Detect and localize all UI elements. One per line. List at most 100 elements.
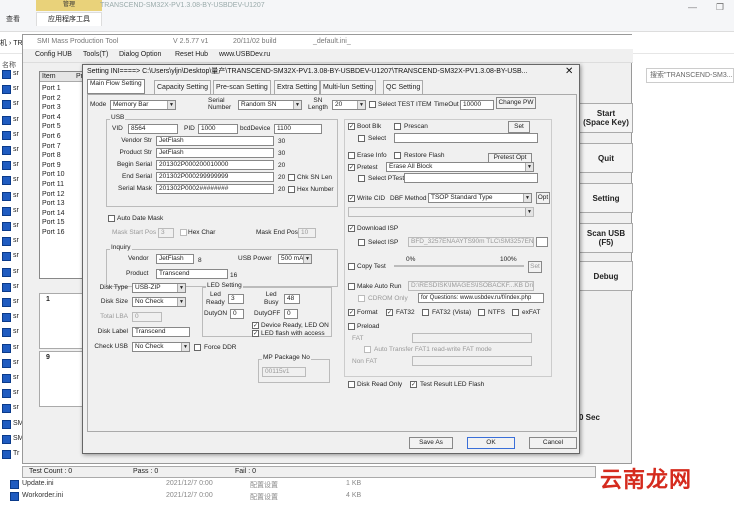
tab-manage[interactable]: 管理 xyxy=(36,0,102,11)
copy-test-set-button[interactable]: Set xyxy=(528,261,542,273)
chk-sn-len-checkbox[interactable] xyxy=(288,174,295,181)
file-name[interactable]: sr xyxy=(13,298,19,305)
copy-test-checkbox[interactable] xyxy=(348,263,355,270)
led-ready-input[interactable]: 3 xyxy=(228,294,244,304)
file-name[interactable]: sr xyxy=(13,116,19,123)
select-checkbox[interactable] xyxy=(358,135,365,142)
preload-checkbox[interactable] xyxy=(348,323,355,330)
restore-button[interactable]: ❐ xyxy=(716,2,724,13)
select-isp-checkbox[interactable] xyxy=(358,239,365,246)
boot-select-input[interactable] xyxy=(394,133,538,143)
disk-read-only-checkbox[interactable] xyxy=(348,381,355,388)
disk-type-select[interactable]: USB-ZIP ▼ xyxy=(132,283,186,293)
inquiry-vendor-input[interactable]: JetFlash xyxy=(156,254,194,264)
minimize-button[interactable]: — xyxy=(688,2,697,12)
tab-app-tools[interactable]: 应用程序工具 xyxy=(36,12,102,26)
close-icon[interactable]: ✕ xyxy=(565,66,573,77)
auto-date-mask-checkbox[interactable] xyxy=(108,215,115,222)
test-result-led-checkbox[interactable]: ✓ xyxy=(410,381,417,388)
file-name[interactable]: sr xyxy=(13,359,19,366)
hex-char-checkbox[interactable] xyxy=(180,229,187,236)
tab-capacity[interactable]: Capacity Setting xyxy=(154,80,211,94)
device-ready-led-checkbox[interactable]: ✓ xyxy=(252,322,259,329)
serial-mask-input[interactable]: 201302P0002######## xyxy=(156,184,274,194)
end-serial-input[interactable]: 201302P000299999999 xyxy=(156,172,274,182)
write-cid-checkbox[interactable]: ✓ xyxy=(348,195,355,202)
file-name[interactable]: sr xyxy=(13,161,19,168)
mp-package-input[interactable]: 00115v1 xyxy=(262,367,306,377)
isp-browse-button[interactable] xyxy=(536,237,548,247)
port-item[interactable]: Port 9 xyxy=(42,161,61,171)
file-name[interactable]: sr xyxy=(13,268,19,275)
disk-label-input[interactable]: Transcend xyxy=(132,327,190,337)
address-path[interactable]: 机 › TR xyxy=(0,38,23,48)
hex-number-checkbox[interactable] xyxy=(288,186,295,193)
file-name[interactable]: Tr xyxy=(13,450,19,457)
file-name[interactable]: sr xyxy=(13,344,19,351)
file-name[interactable]: sr xyxy=(13,222,19,229)
scan-usb-button[interactable]: Scan USB (F5) xyxy=(579,223,633,253)
format-checkbox[interactable]: ✓ xyxy=(348,309,355,316)
port-item[interactable]: Port 10 xyxy=(42,170,65,180)
boot-blk-checkbox[interactable]: ✓ xyxy=(348,123,355,130)
exfat-radio[interactable] xyxy=(512,309,519,316)
file-name[interactable]: sr xyxy=(13,146,19,153)
mask-start-pos-input[interactable]: 3 xyxy=(158,228,174,238)
led-busy-input[interactable]: 48 xyxy=(284,294,300,304)
setting-button[interactable]: Setting xyxy=(579,183,633,213)
total-lba-input[interactable]: 0 xyxy=(132,312,162,322)
port-item[interactable]: Port 4 xyxy=(42,113,61,123)
file-name[interactable]: sr xyxy=(13,283,19,290)
file-name[interactable]: sr xyxy=(13,237,19,244)
cancel-button[interactable]: Cancel xyxy=(529,437,577,449)
copy-test-slider[interactable] xyxy=(394,265,524,267)
tab-extra[interactable]: Extra Setting xyxy=(274,80,321,94)
pretest-checkbox[interactable]: ✓ xyxy=(348,164,355,171)
sn-length-select[interactable]: 20 ▼ xyxy=(332,100,366,110)
pretest-select[interactable]: Erase All Block ▼ xyxy=(386,162,534,172)
prescan-checkbox[interactable] xyxy=(394,123,401,130)
download-isp-checkbox[interactable]: ✓ xyxy=(348,225,355,232)
select-ptest-checkbox[interactable] xyxy=(358,175,365,182)
bcd-device-input[interactable]: 1100 xyxy=(274,124,322,134)
port-item[interactable]: Port 13 xyxy=(42,199,65,209)
force-ddr-checkbox[interactable] xyxy=(194,344,201,351)
file-name[interactable]: sr xyxy=(13,207,19,214)
start-button[interactable]: Start (Space Key) xyxy=(579,103,633,133)
duty-off-input[interactable]: 0 xyxy=(284,309,298,319)
tab-view[interactable]: 查看 xyxy=(6,14,20,24)
serial-number-select[interactable]: Random SN ▼ xyxy=(238,100,302,110)
dbf-extra-select[interactable]: ▼ xyxy=(348,207,534,217)
isp-file-input[interactable]: BFD_3257ENAAYTS90m TLC\SM3257EN xyxy=(408,237,534,247)
file-name[interactable]: sr xyxy=(13,328,19,335)
name-header[interactable]: 名称 xyxy=(2,60,16,70)
check-usb-select[interactable]: No Check ▼ xyxy=(132,342,190,352)
file-name[interactable]: sr xyxy=(13,100,19,107)
dbf-method-select[interactable]: TSOP Standard Type ▼ xyxy=(428,193,532,203)
debug-button[interactable]: Debug xyxy=(579,261,633,291)
port-item[interactable]: Port 6 xyxy=(42,132,61,142)
port-item[interactable]: Port 3 xyxy=(42,103,61,113)
erase-info-checkbox[interactable] xyxy=(348,152,355,159)
port-list[interactable]: Item Pr Port 1 Port 2 Port 3 Port 4 Port 5 Po… xyxy=(39,71,87,279)
change-pw-button[interactable]: Change PW xyxy=(496,97,536,109)
menu-tools[interactable]: Tools(T) xyxy=(83,51,108,58)
port-item[interactable]: Port 5 xyxy=(42,122,61,132)
mask-end-pos-input[interactable]: 10 xyxy=(298,228,316,238)
mode-select[interactable]: Memory Bar ▼ xyxy=(110,100,176,110)
file-name[interactable]: sr xyxy=(13,404,19,411)
file-name[interactable]: sr xyxy=(13,313,19,320)
quit-button[interactable]: Quit xyxy=(579,143,633,173)
file-name[interactable]: sr xyxy=(13,389,19,396)
port-item[interactable]: Port 12 xyxy=(42,190,65,200)
search-input[interactable]: 搜索"TRANSCEND-SM3... xyxy=(646,68,734,83)
boot-set-button[interactable]: Set xyxy=(508,121,530,133)
port-item[interactable]: Port 16 xyxy=(42,228,65,238)
tab-main-flow[interactable]: Main Flow Setting xyxy=(87,79,145,94)
file-name[interactable]: sr xyxy=(13,131,19,138)
port-item[interactable]: Port 8 xyxy=(42,151,61,161)
duty-on-input[interactable]: 0 xyxy=(230,309,244,319)
tab-prescan[interactable]: Pre-scan Setting xyxy=(213,80,271,94)
port-item[interactable]: Port 14 xyxy=(42,209,65,219)
auto-run-path-input[interactable]: D:\RESDISK\IMAGES\ISOBACKF...KB Driver xyxy=(408,281,534,291)
